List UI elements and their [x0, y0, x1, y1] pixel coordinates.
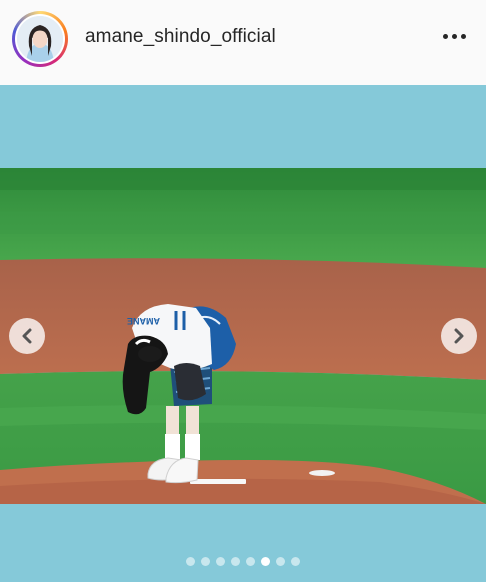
carousel-dot: [291, 557, 300, 566]
carousel-dot: [231, 557, 240, 566]
carousel-dot: [246, 557, 255, 566]
jersey-text: AMANE: [127, 316, 160, 326]
ballfield-scene: AMANE: [0, 168, 486, 504]
chevron-right-icon: [454, 328, 464, 344]
chevron-left-icon: [22, 328, 32, 344]
next-slide-button[interactable]: [441, 318, 477, 354]
carousel-dot: [216, 557, 225, 566]
previous-slide-button[interactable]: [9, 318, 45, 354]
post-header: amane_shindo_official: [0, 0, 486, 85]
avatar[interactable]: [17, 16, 63, 62]
carousel-indicator: [0, 557, 486, 566]
more-options-icon[interactable]: [443, 34, 466, 39]
carousel-dot: [201, 557, 210, 566]
post-photo[interactable]: AMANE: [0, 168, 486, 504]
avatar-image: [17, 16, 63, 62]
story-ring[interactable]: [12, 11, 68, 67]
username[interactable]: amane_shindo_official: [85, 26, 276, 48]
carousel-dot: [276, 557, 285, 566]
carousel-dot: [186, 557, 195, 566]
carousel-dot-active: [261, 557, 270, 566]
